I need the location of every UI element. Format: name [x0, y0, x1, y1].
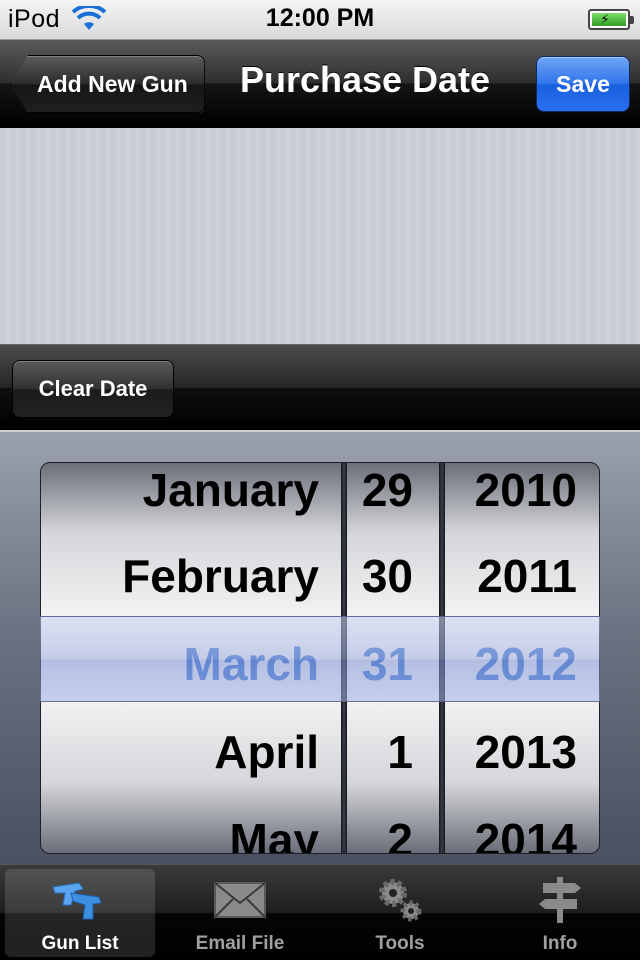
signpost-icon	[539, 877, 581, 923]
year-row: 2011	[477, 550, 577, 602]
back-button[interactable]: Add New Gun	[10, 55, 205, 113]
tab-bar: Gun List Email File Tools Info	[0, 864, 640, 960]
tab-gun-list[interactable]: Gun List	[5, 869, 155, 957]
clear-date-button[interactable]: Clear Date	[12, 360, 174, 418]
year-row-selected: 2012	[474, 638, 577, 690]
gears-icon	[379, 879, 422, 922]
save-button[interactable]: Save	[536, 56, 630, 112]
tab-label: Gun List	[41, 933, 119, 954]
tab-email-file[interactable]: Email File	[165, 869, 315, 957]
month-row: April	[214, 726, 319, 778]
year-row: 2013	[474, 726, 577, 778]
date-picker: January February March April May 29 30 3…	[0, 430, 640, 864]
status-bar: iPod 12:00 PM ⚡	[0, 0, 640, 40]
day-row: 1	[387, 726, 413, 778]
year-row: 2014	[474, 814, 577, 853]
tab-label: Email File	[195, 933, 285, 954]
month-row: January	[142, 464, 319, 516]
day-row: 2	[387, 814, 413, 853]
tab-tools[interactable]: Tools	[325, 869, 475, 957]
content-area	[0, 128, 640, 344]
day-row-selected: 31	[361, 638, 413, 690]
day-wheel[interactable]: 29 30 31 1 2	[347, 463, 439, 853]
toolbar: Clear Date	[0, 344, 640, 430]
month-row: May	[229, 814, 319, 853]
battery-charging-icon: ⚡	[588, 9, 634, 30]
pistols-icon	[52, 882, 102, 920]
day-row: 30	[361, 550, 413, 602]
page-title: Purchase Date	[239, 59, 491, 100]
tab-info[interactable]: Info	[485, 869, 635, 957]
year-wheel[interactable]: 2010 2011 2012 2013 2014	[445, 463, 599, 853]
picker-drum: January February March April May 29 30 3…	[40, 462, 600, 854]
clock-time: 12:00 PM	[265, 4, 375, 32]
month-row: February	[122, 550, 319, 602]
day-row: 29	[361, 464, 413, 516]
navigation-bar: Add New Gun Purchase Date Save	[0, 40, 640, 128]
year-row: 2010	[474, 464, 577, 516]
tab-label: Tools	[375, 933, 425, 954]
envelope-icon	[214, 882, 266, 918]
month-row-selected: March	[183, 638, 319, 690]
tab-label: Info	[542, 933, 578, 954]
month-wheel[interactable]: January February March April May	[41, 463, 341, 853]
